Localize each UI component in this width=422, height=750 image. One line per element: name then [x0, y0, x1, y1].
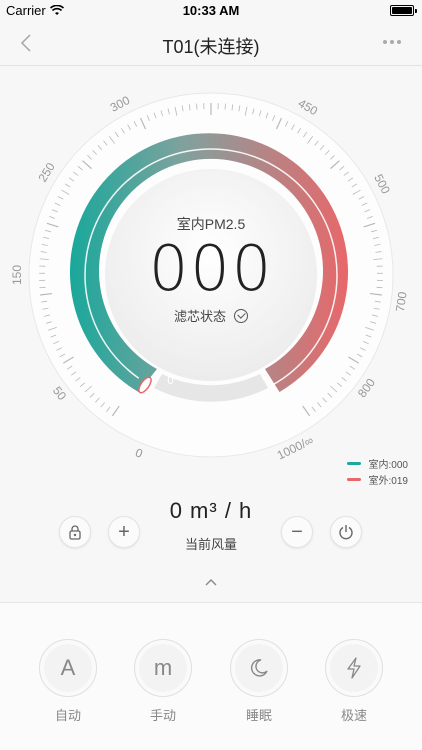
outdoor-swatch — [346, 477, 361, 481]
check-circle-icon — [234, 308, 248, 323]
scale-label: 50 — [50, 384, 69, 403]
mode-auto[interactable]: A 自动 — [39, 639, 97, 724]
pm25-value: 000 — [148, 232, 274, 305]
clock: 10:33 AM — [182, 3, 240, 18]
legend-outdoor-label: 室外:019 — [368, 475, 408, 487]
filter-status-label: 滤芯状态 — [173, 309, 226, 324]
power-button[interactable] — [330, 516, 362, 548]
inner-zero: 0 — [167, 374, 174, 387]
power-icon — [339, 525, 353, 540]
mode-turbo-label: 极速 — [340, 708, 367, 723]
mode-sleep-label: 睡眠 — [245, 708, 272, 723]
page-title: T01(未连接) — [162, 37, 260, 57]
gauge-readout: 室内PM2.5 000 滤芯状态 — [111, 214, 311, 325]
legend: 室内:000 室外:019 — [346, 455, 408, 487]
mode-turbo[interactable]: 极速 — [325, 639, 383, 724]
battery-icon — [390, 5, 417, 16]
more-icon — [383, 40, 401, 44]
scale-label: 700 — [393, 291, 410, 313]
status-bar: Carrier 10:33 AM — [0, 0, 422, 22]
gauge-label: 室内PM2.5 — [176, 216, 246, 232]
mode-sleep[interactable]: 睡眠 — [230, 639, 288, 724]
mode-panel: A 自动 m 手动 睡眠 极速 — [0, 602, 422, 750]
increase-airflow-button[interactable]: + — [108, 516, 140, 548]
pm25-gauge: 0 0 50 150 250 300 450 500 700 800 1000/∞ 室内PM2.5… — [0, 66, 422, 486]
legend-outdoor: 室外:019 — [346, 471, 408, 487]
mode-manual[interactable]: m 手动 — [134, 639, 192, 724]
scale-tick — [224, 103, 226, 110]
scale-label: 250 — [35, 160, 58, 185]
legend-indoor: 室内:000 — [346, 455, 408, 471]
lightning-icon — [325, 639, 383, 697]
scale-label: 450 — [296, 96, 321, 118]
decrease-airflow-button[interactable]: − — [281, 516, 313, 548]
mode-manual-label: 手动 — [149, 708, 176, 723]
lock-icon — [69, 525, 81, 540]
nav-bar: T01(未连接) — [0, 22, 422, 66]
mode-auto-label: 自动 — [54, 708, 81, 723]
manual-icon: m — [134, 639, 192, 697]
scale-label: 0 — [133, 445, 145, 461]
indoor-swatch — [346, 461, 361, 465]
scale-label: 300 — [108, 93, 133, 115]
expand-button[interactable] — [199, 573, 223, 593]
scale-tick — [196, 103, 198, 110]
moon-icon — [230, 639, 288, 697]
filter-status[interactable]: 滤芯状态 — [111, 306, 311, 325]
auto-icon: A — [39, 639, 97, 697]
scale-label: 500 — [371, 172, 393, 197]
chevron-up-icon — [205, 579, 217, 586]
legend-indoor-label: 室内:000 — [368, 459, 408, 471]
lock-button[interactable] — [59, 516, 91, 548]
scale-label: 150 — [10, 265, 24, 285]
more-button[interactable] — [380, 32, 404, 54]
